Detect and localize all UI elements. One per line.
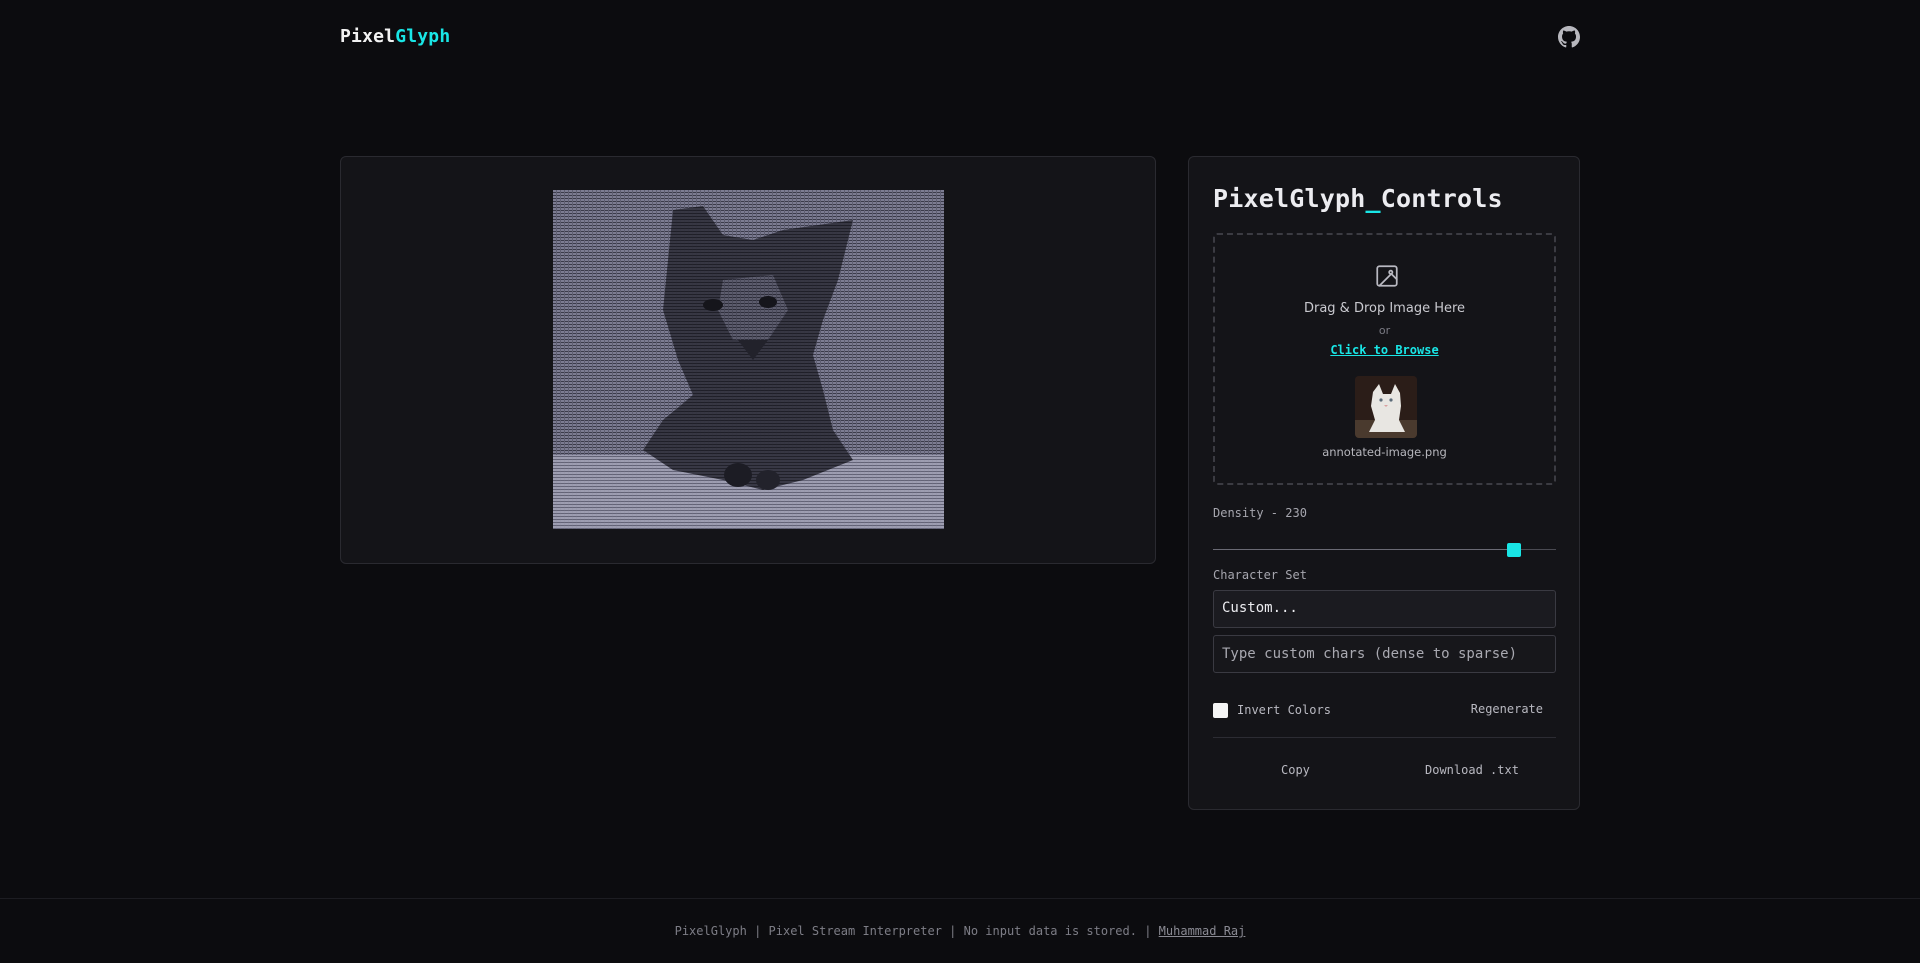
image-dropzone[interactable]: Drag & Drop Image Here or Click to Brows… [1213, 233, 1556, 485]
author-link[interactable]: Muhammad Raj [1159, 924, 1246, 938]
footer: PixelGlyph | Pixel Stream Interpreter | … [0, 898, 1920, 963]
brand-logo[interactable]: PixelGlyph [340, 26, 450, 47]
download-txt-button[interactable]: Download .txt [1425, 763, 1519, 777]
density-label: Density - 230 [1213, 506, 1307, 520]
controls-title-underscore: _ [1365, 184, 1381, 213]
footer-description: PixelGlyph | Pixel Stream Interpreter | … [674, 924, 1159, 938]
divider [1213, 737, 1556, 738]
ascii-output[interactable] [553, 190, 944, 529]
footer-text: PixelGlyph | Pixel Stream Interpreter | … [0, 924, 1920, 938]
dropzone-title: Drag & Drop Image Here [1303, 301, 1466, 316]
app-header: PixelGlyph [340, 0, 1580, 78]
controls-title: PixelGlyph_Controls [1213, 184, 1503, 213]
invert-colors-checkbox[interactable] [1213, 702, 1228, 718]
custom-chars-input[interactable] [1213, 635, 1556, 673]
invert-colors-toggle[interactable]: Invert Colors [1213, 701, 1331, 719]
controls-title-part1: PixelGlyph [1213, 184, 1366, 213]
ascii-preview-panel [340, 156, 1156, 564]
copy-button[interactable]: Copy [1281, 763, 1310, 777]
density-slider-fill [1213, 549, 1507, 550]
github-icon[interactable] [1558, 26, 1580, 48]
controls-panel: PixelGlyph_Controls Drag & Drop Image He… [1188, 156, 1580, 810]
dropzone-or: or [1378, 324, 1391, 337]
density-slider[interactable] [1213, 543, 1556, 557]
brand-text-glyph: Glyph [395, 26, 451, 47]
image-icon [1374, 263, 1400, 289]
controls-title-part3: Controls [1380, 184, 1503, 213]
charset-label: Character Set [1213, 568, 1307, 582]
ascii-art-render [553, 190, 944, 529]
charset-select[interactable]: Custom... [1213, 590, 1556, 628]
uploaded-filename: annotated-image.png [1322, 445, 1447, 459]
image-thumbnail [1355, 376, 1417, 438]
invert-colors-label: Invert Colors [1237, 703, 1331, 717]
density-slider-thumb[interactable] [1507, 543, 1521, 557]
brand-text-pixel: Pixel [340, 26, 396, 47]
regenerate-button[interactable]: Regenerate [1471, 702, 1543, 716]
browse-link[interactable]: Click to Browse [1215, 343, 1554, 357]
